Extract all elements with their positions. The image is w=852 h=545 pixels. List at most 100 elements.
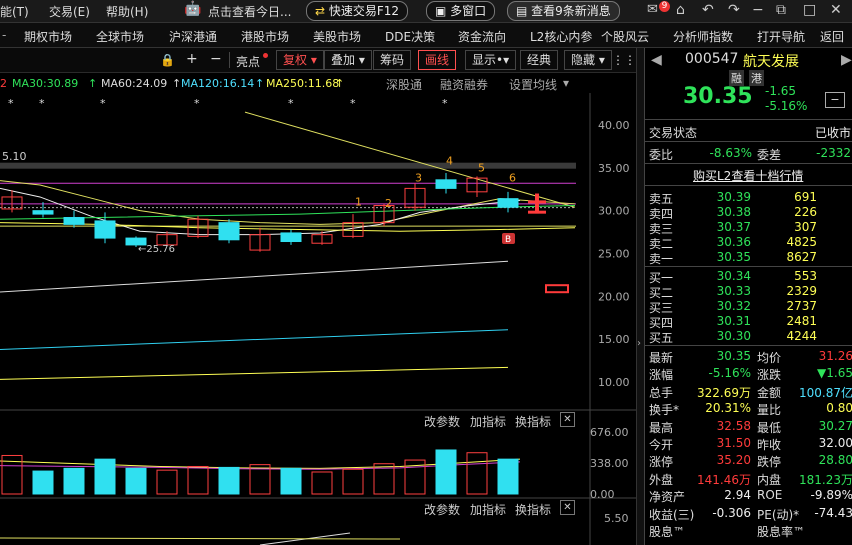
tab-margin[interactable]: 融资融券 xyxy=(440,76,488,93)
home-icon[interactable]: ⌂ xyxy=(676,2,685,18)
stat-value: 2.94 xyxy=(724,488,751,503)
quick-trade-button[interactable]: ⇄ 快速交易F12 xyxy=(306,1,409,21)
divider xyxy=(645,345,852,346)
stat-value: 20.31% xyxy=(705,401,751,416)
maximize-icon[interactable]: □ xyxy=(803,2,816,18)
overlay-button[interactable]: 叠加 ▾ xyxy=(324,50,372,70)
stat-label: 最新 xyxy=(649,351,674,365)
status-value: 已收市 xyxy=(814,126,851,140)
bid-price: 30.32 xyxy=(716,299,751,313)
promo-link[interactable]: 点击查看今日... xyxy=(208,3,291,20)
prev-stock-icon[interactable]: ◀ xyxy=(651,52,662,68)
nav-us[interactable]: 美股市场 xyxy=(313,28,361,45)
minimize-icon[interactable]: − xyxy=(752,2,764,18)
back-icon[interactable]: ↶ xyxy=(702,2,714,18)
collapse-arrow-icon[interactable]: › xyxy=(637,338,641,349)
indicator-change-indicator[interactable]: 换指标 xyxy=(515,501,551,518)
prev-high-label: 5.10 xyxy=(2,150,27,163)
stat-value: 31.26 xyxy=(818,349,852,363)
nav-l2[interactable]: L2核心内参 xyxy=(530,28,592,45)
draw-line-button[interactable]: 画线 xyxy=(418,50,457,70)
nav-connect[interactable]: 沪深港通 xyxy=(169,28,217,45)
close-icon[interactable]: ✕ xyxy=(830,2,842,18)
ma-settings-dropdown-icon[interactable]: ▾ xyxy=(563,76,569,90)
menu-grid-icon[interactable]: ⋮⋮ xyxy=(612,53,636,67)
toolbar-divider xyxy=(229,52,230,68)
highlight-button[interactable]: 亮点 xyxy=(236,53,260,70)
nav-stock-news[interactable]: 个股风云 xyxy=(601,28,649,45)
last-price: 30.35 xyxy=(683,84,753,109)
window-mode-icon[interactable]: ⧉ xyxy=(776,2,786,18)
stat-value: -74.43 xyxy=(814,505,852,520)
wc-label: 委差 xyxy=(757,148,782,162)
next-stock-icon[interactable]: ▶ xyxy=(841,52,852,68)
ma5-line xyxy=(0,187,521,236)
adjust-button[interactable]: 复权 ▾ xyxy=(276,50,324,70)
hide-button[interactable]: 隐藏 ▾ xyxy=(564,50,612,70)
price-tick: 30.00 xyxy=(598,205,630,218)
robot-icon[interactable]: 🤖 xyxy=(184,1,201,17)
nav-hk[interactable]: 港股市场 xyxy=(241,28,289,45)
stat-value: 0.80 xyxy=(826,401,852,416)
ma120-line xyxy=(0,329,509,350)
indicator-close-icon[interactable]: ✕ xyxy=(560,500,575,515)
candles: B xyxy=(1,172,569,495)
stat-label: 金额 xyxy=(757,385,782,400)
divider xyxy=(645,119,852,120)
classic-button[interactable]: 经典 xyxy=(520,50,559,70)
tab-sz-connect[interactable]: 深股通 xyxy=(386,76,422,93)
volume-bar xyxy=(187,465,209,495)
indicator-edit-params[interactable]: 改参数 xyxy=(424,501,460,518)
chart-toolbar: 🔒 + − 亮点 复权 ▾ 叠加 ▾ 筹码 画线 显示•▾ 经典 隐藏 ▾ ⋮⋮ xyxy=(0,48,636,73)
stat-label: PE(动)* xyxy=(757,507,800,522)
nav-open-nav[interactable]: 打开导航 xyxy=(757,28,805,45)
price-tick: 10.00 xyxy=(598,376,630,389)
stat-value: 30.35 xyxy=(716,349,751,363)
display-label: 显示 xyxy=(472,53,497,67)
stat-label: 涨跌 xyxy=(757,368,782,383)
kline-chart[interactable]: B 1 2 3 4 5 6 5.10 ←25.76 * * * * * * * 40.00 35.00 30.00… xyxy=(0,93,636,545)
stat-label: 涨幅 xyxy=(649,368,674,383)
volume-bar xyxy=(466,452,488,495)
menu-help[interactable]: 帮助(H) xyxy=(106,3,148,20)
nav-analyst[interactable]: 分析师指数 xyxy=(673,28,733,45)
news-button[interactable]: ▤ 查看9条新消息 xyxy=(507,1,620,21)
nav-fund-flow[interactable]: 资金流向 xyxy=(458,28,506,45)
crosshair-icon[interactable]: + xyxy=(186,51,198,67)
lock-icon[interactable]: 🔒 xyxy=(160,53,175,67)
volume-add-indicator[interactable]: 加指标 xyxy=(470,413,506,430)
menu-function[interactable]: 能(T) xyxy=(0,3,29,20)
indicator-add-indicator[interactable]: 加指标 xyxy=(470,501,506,518)
display-button[interactable]: 显示•▾ xyxy=(465,50,517,70)
zoom-out-icon[interactable]: − xyxy=(210,51,222,67)
event-star-icon: * xyxy=(350,97,356,110)
nav-options[interactable]: 期权市场 xyxy=(24,28,72,45)
chips-button[interactable]: 筹码 xyxy=(373,50,412,70)
nav-back[interactable]: 返回 xyxy=(820,28,844,45)
mail-icon[interactable]: ✉ xyxy=(647,2,658,17)
volume-edit-params[interactable]: 改参数 xyxy=(424,413,460,430)
forward-icon[interactable]: ↷ xyxy=(728,2,740,18)
menu-trade[interactable]: 交易(E) xyxy=(49,3,90,20)
l2-upgrade-link[interactable]: 购买L2查看十档行情 xyxy=(693,167,803,184)
candle-body xyxy=(435,179,457,189)
nav-global[interactable]: 全球市场 xyxy=(96,28,144,45)
up-arrow-icon: ↑ xyxy=(335,77,345,90)
collapse-panel-button[interactable]: − xyxy=(825,92,845,108)
tab-ma-settings[interactable]: 设置均线 xyxy=(509,76,557,93)
stat-label: 今开 xyxy=(649,438,674,452)
stat-label: 换手* xyxy=(649,403,680,418)
volume-close-icon[interactable]: ✕ xyxy=(560,412,575,427)
nav-dde[interactable]: DDE决策 xyxy=(385,28,435,45)
overlay-label: 叠加 xyxy=(331,53,356,67)
stat-value: 141.46万 xyxy=(697,472,751,487)
stat-value: ▼1.65 xyxy=(817,366,852,381)
wave-label: 1 xyxy=(355,196,362,209)
volume-change-indicator[interactable]: 换指标 xyxy=(515,413,551,430)
ask-volume: 8627 xyxy=(786,250,817,264)
nav-more-left[interactable]: - xyxy=(2,28,6,42)
ma60-label: MA60:24.09 xyxy=(101,77,168,90)
multi-window-button[interactable]: ▣ 多窗口 xyxy=(426,1,496,21)
stat-label: 最高 xyxy=(649,420,674,435)
volume-bar xyxy=(218,466,240,495)
